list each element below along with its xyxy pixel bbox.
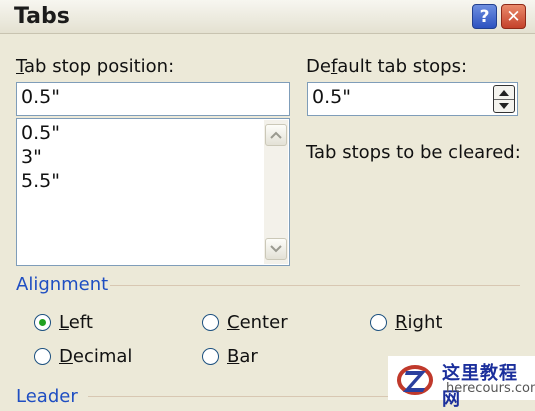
list-scrollbar[interactable]: [264, 120, 288, 264]
decimal-label: ecimal: [72, 346, 133, 367]
watermark: 这里教程网 herecours.com: [388, 356, 535, 410]
alignment-divider: [110, 285, 520, 286]
spinner-control[interactable]: [493, 85, 515, 113]
bar-hotkey: B: [227, 346, 240, 367]
close-icon: ✕: [506, 6, 521, 27]
tab-stop-list-items: 0.5" 3" 5.5": [17, 119, 289, 193]
tab-stop-position-input[interactable]: 0.5": [16, 82, 290, 116]
tab-stop-list[interactable]: 0.5" 3" 5.5": [16, 118, 290, 266]
radio-unchecked-icon: [370, 314, 387, 331]
window-title: Tabs: [14, 4, 70, 29]
leader-group-title: Leader: [16, 386, 78, 407]
title-bar: Tabs ? ✕: [0, 0, 535, 34]
tab-stop-label-text: ab stop position:: [24, 56, 175, 77]
bar-label: ar: [239, 346, 258, 367]
alignment-center-radio[interactable]: Center: [202, 312, 288, 333]
left-label: eft: [68, 312, 93, 333]
radio-unchecked-icon: [34, 348, 51, 365]
alignment-right-radio[interactable]: Right: [370, 312, 442, 333]
close-button[interactable]: ✕: [501, 4, 526, 29]
help-button[interactable]: ?: [472, 4, 497, 29]
watermark-text-en: herecours.com: [446, 381, 535, 396]
default-tab-stops-label: Default tab stops:: [306, 56, 467, 77]
scroll-up-button[interactable]: [265, 124, 287, 146]
help-icon: ?: [479, 6, 490, 27]
radio-checked-icon: [34, 314, 51, 331]
center-label: enter: [239, 312, 288, 333]
chevron-down-icon: [270, 245, 282, 253]
list-item[interactable]: 5.5": [17, 169, 289, 193]
radio-unchecked-icon: [202, 314, 219, 331]
default-tab-stops-value: 0.5": [312, 86, 351, 108]
watermark-logo-icon: [397, 365, 433, 395]
radio-unchecked-icon: [202, 348, 219, 365]
spin-up-icon: [499, 89, 509, 96]
spin-down-icon: [499, 102, 509, 109]
right-label: ight: [407, 312, 443, 333]
scroll-down-button[interactable]: [265, 238, 287, 260]
spin-down-button[interactable]: [494, 99, 514, 112]
spin-up-button[interactable]: [494, 86, 514, 100]
alignment-left-radio[interactable]: Left: [34, 312, 93, 333]
leader-divider: [88, 396, 388, 397]
alignment-bar-radio[interactable]: Bar: [202, 346, 258, 367]
tab-stops-cleared-label: Tab stops to be cleared:: [306, 142, 521, 163]
right-hotkey: R: [395, 312, 408, 333]
left-hotkey: L: [59, 312, 69, 333]
tab-stop-hotkey: T: [16, 56, 25, 77]
center-hotkey: C: [227, 312, 240, 333]
list-item[interactable]: 0.5": [17, 121, 289, 145]
default-tab-label-pre: De: [306, 56, 331, 77]
alignment-group-title: Alignment: [16, 274, 109, 295]
chevron-up-icon: [270, 131, 282, 139]
list-item[interactable]: 3": [17, 145, 289, 169]
decimal-hotkey: D: [59, 346, 73, 367]
tab-stop-position-label: Tab stop position:: [16, 56, 174, 77]
default-tab-label-post: ault tab stops:: [337, 56, 468, 77]
default-tab-stops-field[interactable]: 0.5": [307, 82, 518, 116]
tab-stop-position-value: 0.5": [21, 86, 60, 108]
alignment-decimal-radio[interactable]: Decimal: [34, 346, 132, 367]
